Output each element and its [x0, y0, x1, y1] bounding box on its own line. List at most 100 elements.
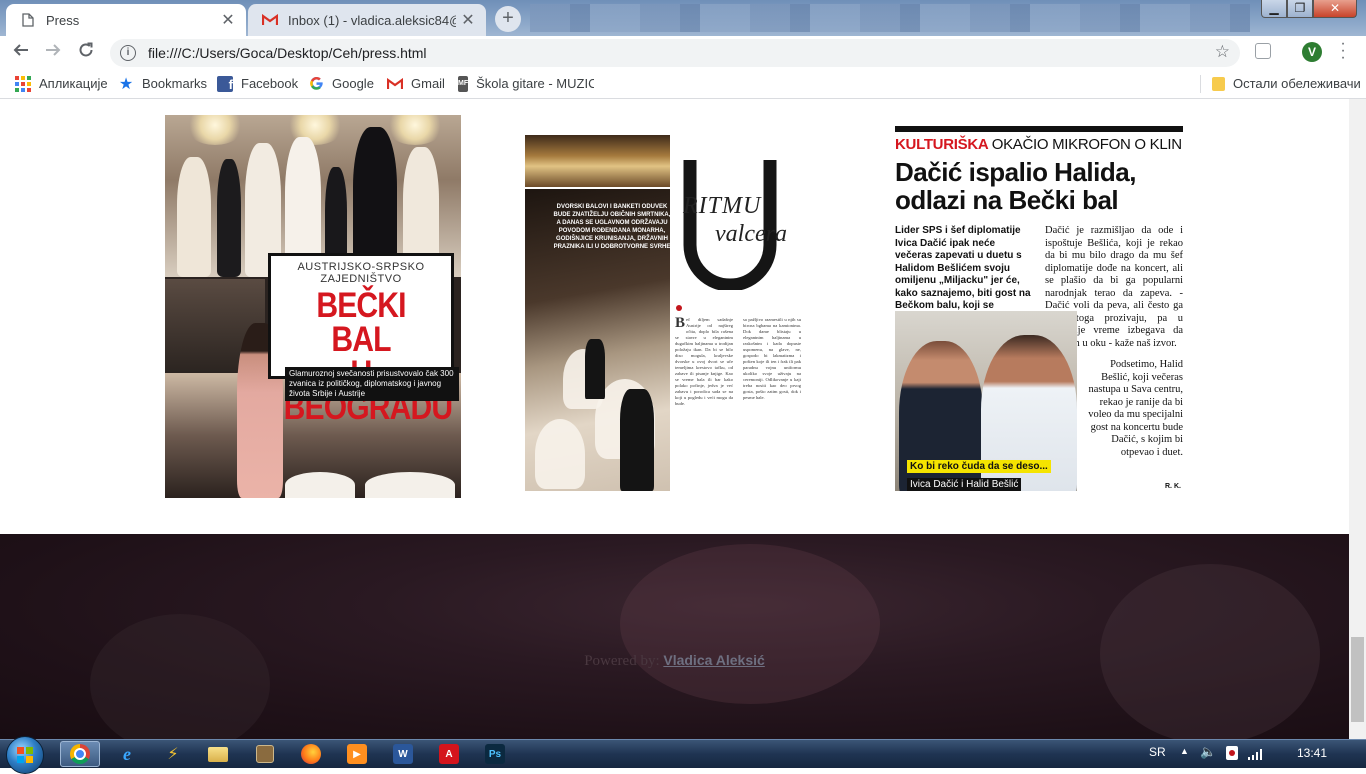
photoshop-icon: Ps — [485, 744, 505, 764]
rubric-subtitle: OKAČIO MIKROFON O KLIN — [991, 136, 1182, 153]
bookmarks-separator — [1200, 75, 1201, 93]
back-arrow-icon — [13, 44, 28, 56]
apps-grid-icon — [15, 75, 31, 92]
taskbar-ie[interactable]: e — [107, 741, 147, 767]
network-icon[interactable] — [1248, 748, 1264, 760]
star-icon: ★ — [118, 75, 134, 93]
address-bar[interactable]: i file:///C:/Users/Goca/Desktop/Ceh/pres… — [110, 39, 1240, 67]
article-title: valcera — [715, 221, 787, 247]
taskbar-player[interactable]: ▶ — [337, 741, 377, 767]
forward-arrow-icon — [46, 44, 61, 56]
author-signature: R. K. — [1165, 483, 1181, 490]
taskbar-explorer[interactable] — [198, 741, 238, 767]
taskbar-firefox[interactable] — [291, 741, 331, 767]
clipping-headline: BEČKI BAL — [316, 286, 406, 359]
taskbar-photoshop[interactable]: Ps — [475, 741, 515, 767]
footer-credit: Powered by: Vladica Aleksić — [0, 652, 1349, 670]
author-link[interactable]: Vladica Aleksić — [663, 652, 764, 668]
background-window-blur — [530, 4, 1250, 32]
article-title: RITMU — [683, 193, 762, 219]
bookmark-facebook[interactable]: f Facebook — [217, 69, 298, 98]
tab-press[interactable]: Press ✕ — [6, 4, 246, 36]
powered-by-text: Powered by: — [584, 653, 660, 669]
volume-icon[interactable]: 🔈 — [1200, 744, 1216, 760]
info-icon[interactable]: i — [120, 45, 136, 61]
bookmark-star-icon[interactable]: ☆ — [1215, 42, 1230, 62]
browser-toolbar: i file:///C:/Users/Goca/Desktop/Ceh/pres… — [0, 36, 1366, 69]
start-button[interactable] — [6, 736, 44, 774]
taskbar-app5[interactable] — [245, 741, 285, 767]
media-icon — [256, 745, 274, 763]
firefox-icon — [301, 744, 321, 764]
forward-button[interactable] — [40, 40, 66, 66]
gmail-icon — [387, 76, 403, 92]
article-column: sa pažljivo razmestili u njih su bircna … — [743, 317, 801, 401]
tab-inbox[interactable]: Inbox (1) - vladica.aleksic84@gm ✕ — [248, 4, 486, 36]
gmail-icon — [262, 12, 278, 28]
bookmark-apps[interactable]: Апликације — [15, 69, 108, 98]
taskbar-chrome[interactable] — [60, 741, 100, 767]
taskbar-winamp[interactable]: ⚡ — [153, 741, 193, 767]
language-indicator[interactable]: SR — [1149, 745, 1166, 759]
word-icon: W — [393, 744, 413, 764]
bookmark-label: Škola gitare - MUZIC — [476, 76, 594, 91]
tray-expand-icon[interactable]: ▲ — [1180, 746, 1189, 756]
page-footer: Powered by: Vladica Aleksić — [0, 534, 1349, 739]
bookmark-bookmarks[interactable]: ★ Bookmarks — [118, 69, 207, 98]
menu-dots-icon[interactable]: · · · — [1338, 36, 1348, 66]
dropcap: B — [675, 315, 686, 331]
internet-explorer-icon: e — [123, 743, 131, 764]
press-clipping-u-ritmu-valcera[interactable]: DVORSKI BALOVI I BANKETI ODUVEK BUDE ZNA… — [525, 135, 817, 491]
reload-icon — [79, 42, 93, 57]
article-intro: DVORSKI BALOVI I BANKETI ODUVEK BUDE ZNA… — [553, 204, 671, 250]
bookmark-google[interactable]: Google — [308, 69, 374, 98]
bookmark-other[interactable]: Остали обележивачи — [1212, 69, 1361, 98]
article-column: B eč diljem sadašnje Austrije od najšire… — [675, 315, 733, 407]
bookmarks-bar: Апликације ★ Bookmarks f Facebook Google… — [0, 69, 1366, 99]
photo-caption-quote: Ko bi reko čuda da se deso... — [907, 460, 1051, 473]
clipping-headline: Dačić ispalio Halida, odlazi na Bečki ba… — [895, 157, 1136, 215]
tab-title: Press — [46, 12, 80, 28]
photo-caption: Ko bi reko čuda da se deso... Ivica Dači… — [907, 456, 1051, 491]
clipping-headline-box: AUSTRIJSKO-SRPSKO ZAJEDNIŠTVO BEČKI BAL … — [268, 253, 454, 425]
google-icon — [308, 76, 324, 92]
maximize-button[interactable]: ❐ — [1287, 0, 1313, 18]
action-center-icon[interactable] — [1226, 746, 1238, 760]
taskbar-word[interactable]: W — [383, 741, 423, 767]
taskbar-acrobat[interactable]: A — [429, 741, 469, 767]
bookmark-label: Апликације — [39, 76, 108, 91]
back-button[interactable] — [8, 40, 34, 66]
player-icon: ▶ — [347, 744, 367, 764]
facebook-icon: f — [217, 75, 233, 92]
bookmark-label: Остали обележивачи — [1233, 76, 1361, 91]
winamp-icon: ⚡ — [167, 746, 179, 763]
reload-button[interactable] — [73, 40, 99, 66]
bookmark-label: Gmail — [411, 76, 445, 91]
extension-icon[interactable] — [1255, 43, 1271, 59]
bookmark-gmail[interactable]: Gmail — [387, 69, 445, 98]
minimize-button[interactable]: ▁ — [1261, 0, 1287, 18]
photo-caption-names: Ivica Dačić i Halid Bešlić — [907, 478, 1022, 491]
article-text: Podsetimo, Halid Bešlić, koji večeras na… — [1088, 359, 1183, 458]
tab-strip: Press ✕ Inbox (1) - vladica.aleksic84@gm… — [0, 0, 1366, 36]
press-clipping-dacic[interactable]: KULTURIŠKA OKAČIO MIKROFON O KLIN Dačić … — [895, 126, 1183, 491]
rubric-rule — [895, 126, 1183, 132]
bookmark-label: Google — [332, 76, 374, 91]
scrollbar-thumb[interactable] — [1351, 637, 1364, 722]
clipping-kicker: AUSTRIJSKO-SRPSKO ZAJEDNIŠTVO — [297, 261, 425, 285]
page-icon — [20, 12, 36, 28]
profile-avatar[interactable]: V — [1302, 42, 1322, 62]
press-clipping-becki-bal[interactable]: AUSTRIJSKO-SRPSKO ZAJEDNIŠTVO BEČKI BAL … — [165, 115, 461, 498]
clock[interactable]: 13:41 — [1297, 746, 1327, 760]
tab-close-icon[interactable]: ✕ — [456, 10, 480, 30]
new-tab-button[interactable]: + — [495, 6, 521, 32]
clipping-caption: Glamuroznoj svečanosti prisustvovalo čak… — [285, 367, 459, 401]
tab-close-icon[interactable]: ✕ — [216, 10, 240, 30]
bookmark-skola-gitare[interactable]: MF Škola gitare - MUZIC — [458, 69, 594, 98]
article-text: sa pažljivo razmestili u njih su bircna … — [743, 317, 801, 400]
balcony-photo — [525, 135, 670, 187]
close-window-button[interactable]: ✕ — [1313, 0, 1357, 18]
section-marker-icon — [676, 305, 682, 311]
page-viewport: AUSTRIJSKO-SRPSKO ZAJEDNIŠTVO BEČKI BAL … — [0, 99, 1349, 739]
windows-logo-icon — [17, 747, 33, 763]
